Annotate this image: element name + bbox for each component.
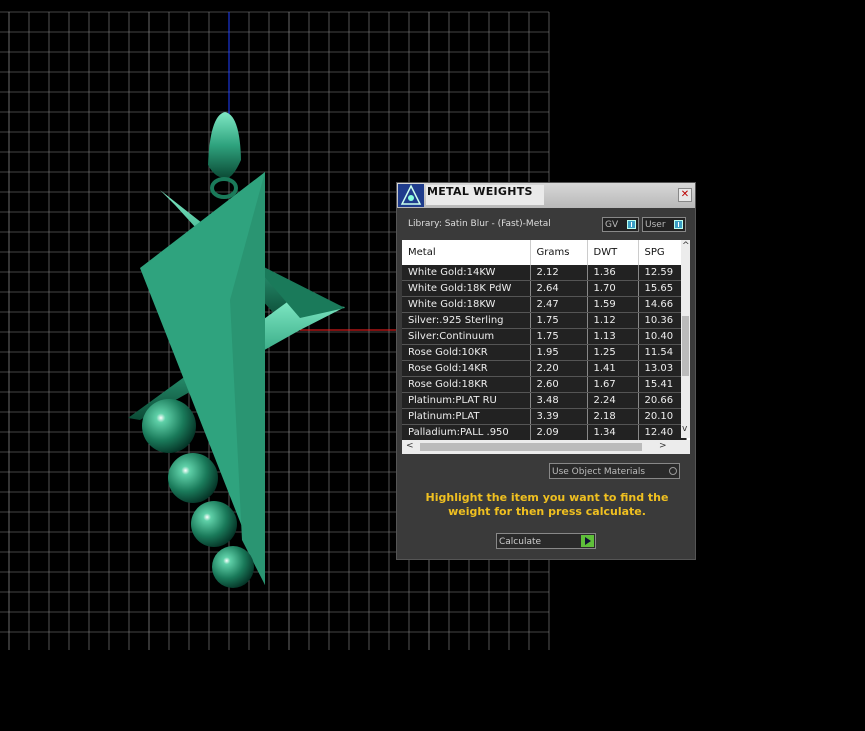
pendant-model[interactable] bbox=[128, 112, 345, 588]
table-cell: White Gold:14KW bbox=[402, 265, 531, 281]
table-cell: 10.36 bbox=[638, 312, 687, 329]
table-cell: 1.75 bbox=[530, 328, 588, 345]
table-cell: 20.10 bbox=[638, 408, 687, 425]
table-cell: 1.67 bbox=[587, 376, 639, 393]
table-row[interactable]: Rose Gold:14KR 2.20 1.41 13.03 bbox=[402, 360, 687, 377]
table-cell: 1.70 bbox=[587, 280, 639, 297]
use-object-materials-label: Use Object Materials bbox=[552, 467, 646, 477]
table-cell: 1.75 bbox=[530, 312, 588, 329]
table-row[interactable]: Platinum:PLAT RU 3.48 2.24 20.66 bbox=[402, 392, 687, 409]
table-cell: Rose Gold:10KR bbox=[402, 344, 531, 361]
table-cell: Rose Gold:14KR bbox=[402, 360, 531, 377]
table-cell: 1.41 bbox=[587, 360, 639, 377]
table-row[interactable]: Silver:.925 Sterling 1.75 1.12 10.36 bbox=[402, 312, 687, 329]
table-row[interactable]: White Gold:14KW 2.12 1.36 12.59 bbox=[402, 265, 687, 281]
vertical-scrollbar[interactable]: ^ v bbox=[681, 240, 690, 438]
table-cell: 2.20 bbox=[530, 360, 588, 377]
scroll-up-icon[interactable]: ^ bbox=[682, 241, 690, 251]
table-cell: 2.09 bbox=[530, 424, 588, 441]
library-label: Library: Satin Blur - (Fast)-Metal bbox=[408, 219, 551, 229]
dialog-titlebar[interactable]: METAL WEIGHTS ✕ bbox=[397, 183, 695, 208]
table-cell: 20.66 bbox=[638, 392, 687, 409]
table-cell: 15.41 bbox=[638, 376, 687, 393]
table-cell: 1.34 bbox=[587, 424, 639, 441]
table-cell: 2.18 bbox=[587, 408, 639, 425]
table-cell: White Gold:18KW bbox=[402, 296, 531, 313]
gv-toggle[interactable]: GV bbox=[602, 217, 639, 232]
column-header[interactable]: SPG bbox=[638, 240, 687, 265]
app-logo-icon bbox=[398, 184, 424, 207]
table-cell: 1.25 bbox=[587, 344, 639, 361]
table-cell: 1.13 bbox=[587, 328, 639, 345]
table-body: White Gold:14KW 2.12 1.36 12.59 White Gold:1… bbox=[402, 265, 687, 441]
table-cell: 12.40 bbox=[638, 424, 687, 441]
table-cell: White Gold:18K PdW bbox=[402, 280, 531, 297]
scroll-right-icon[interactable]: > bbox=[659, 441, 667, 451]
column-header[interactable]: Metal bbox=[402, 240, 531, 265]
user-toggle-label: User bbox=[645, 220, 666, 230]
toggle-switch-icon bbox=[674, 220, 683, 229]
table-cell: 13.03 bbox=[638, 360, 687, 377]
table-cell: Rose Gold:18KR bbox=[402, 376, 531, 393]
table-cell: 11.54 bbox=[638, 344, 687, 361]
gv-toggle-label: GV bbox=[605, 220, 619, 230]
table-cell: Platinum:PLAT bbox=[402, 408, 531, 425]
radio-circle-icon bbox=[669, 467, 677, 475]
play-arrow-icon bbox=[581, 535, 594, 547]
horizontal-scroll-thumb[interactable] bbox=[420, 443, 642, 451]
metal-weights-dialog: METAL WEIGHTS ✕ Library: Satin Blur - (F… bbox=[396, 182, 696, 560]
table-cell: 2.60 bbox=[530, 376, 588, 393]
table-cell: 14.66 bbox=[638, 296, 687, 313]
table-row[interactable]: Rose Gold:10KR 1.95 1.25 11.54 bbox=[402, 344, 687, 361]
table-header: Metal Grams DWT SPG bbox=[402, 240, 687, 265]
scroll-left-icon[interactable]: < bbox=[406, 441, 414, 451]
table-row[interactable]: White Gold:18KW 2.47 1.59 14.66 bbox=[402, 296, 687, 313]
table-cell: 1.59 bbox=[587, 296, 639, 313]
table-cell: Silver:.925 Sterling bbox=[402, 312, 531, 329]
table-cell: 3.39 bbox=[530, 408, 588, 425]
table-cell: 2.12 bbox=[530, 265, 588, 281]
scroll-down-icon[interactable]: v bbox=[682, 424, 687, 434]
table-row[interactable]: White Gold:18K PdW 2.64 1.70 15.65 bbox=[402, 280, 687, 297]
table-cell: 15.65 bbox=[638, 280, 687, 297]
column-header[interactable]: DWT bbox=[587, 240, 639, 265]
table-cell: 3.48 bbox=[530, 392, 588, 409]
table-row[interactable]: Platinum:PLAT 3.39 2.18 20.10 bbox=[402, 408, 687, 425]
table-row[interactable]: Silver:Continuum 1.75 1.13 10.40 bbox=[402, 328, 687, 345]
table-cell: 12.59 bbox=[638, 265, 687, 281]
table-cell: Platinum:PLAT RU bbox=[402, 392, 531, 409]
table-cell: 2.24 bbox=[587, 392, 639, 409]
table-cell: 1.36 bbox=[587, 265, 639, 281]
table-cell: Silver:Continuum bbox=[402, 328, 531, 345]
dialog-title: METAL WEIGHTS bbox=[426, 185, 544, 205]
table-cell: 1.95 bbox=[530, 344, 588, 361]
table-cell: Palladium:PALL .950 bbox=[402, 424, 531, 441]
close-button[interactable]: ✕ bbox=[678, 188, 692, 202]
vertical-scroll-thumb[interactable] bbox=[682, 316, 689, 376]
table-cell: 2.64 bbox=[530, 280, 588, 297]
use-object-materials-toggle[interactable]: Use Object Materials bbox=[549, 463, 680, 479]
table-cell: 10.40 bbox=[638, 328, 687, 345]
hint-text: Highlight the item you want to find the … bbox=[425, 491, 669, 518]
column-header[interactable]: Grams bbox=[530, 240, 588, 265]
table-cell: 2.47 bbox=[530, 296, 588, 313]
user-toggle[interactable]: User bbox=[642, 217, 686, 232]
table-row[interactable]: Palladium:PALL .950 2.09 1.34 12.40 bbox=[402, 424, 687, 441]
table-row[interactable]: Rose Gold:18KR 2.60 1.67 15.41 bbox=[402, 376, 687, 393]
table-cell: 1.12 bbox=[587, 312, 639, 329]
metal-table: Metal Grams DWT SPG White Gold:14KW 2.12 1.36… bbox=[402, 240, 690, 454]
horizontal-scrollbar[interactable]: < > bbox=[402, 440, 690, 454]
toggle-switch-icon bbox=[627, 220, 636, 229]
calculate-button[interactable]: Calculate bbox=[496, 533, 596, 549]
calculate-label: Calculate bbox=[499, 537, 542, 547]
